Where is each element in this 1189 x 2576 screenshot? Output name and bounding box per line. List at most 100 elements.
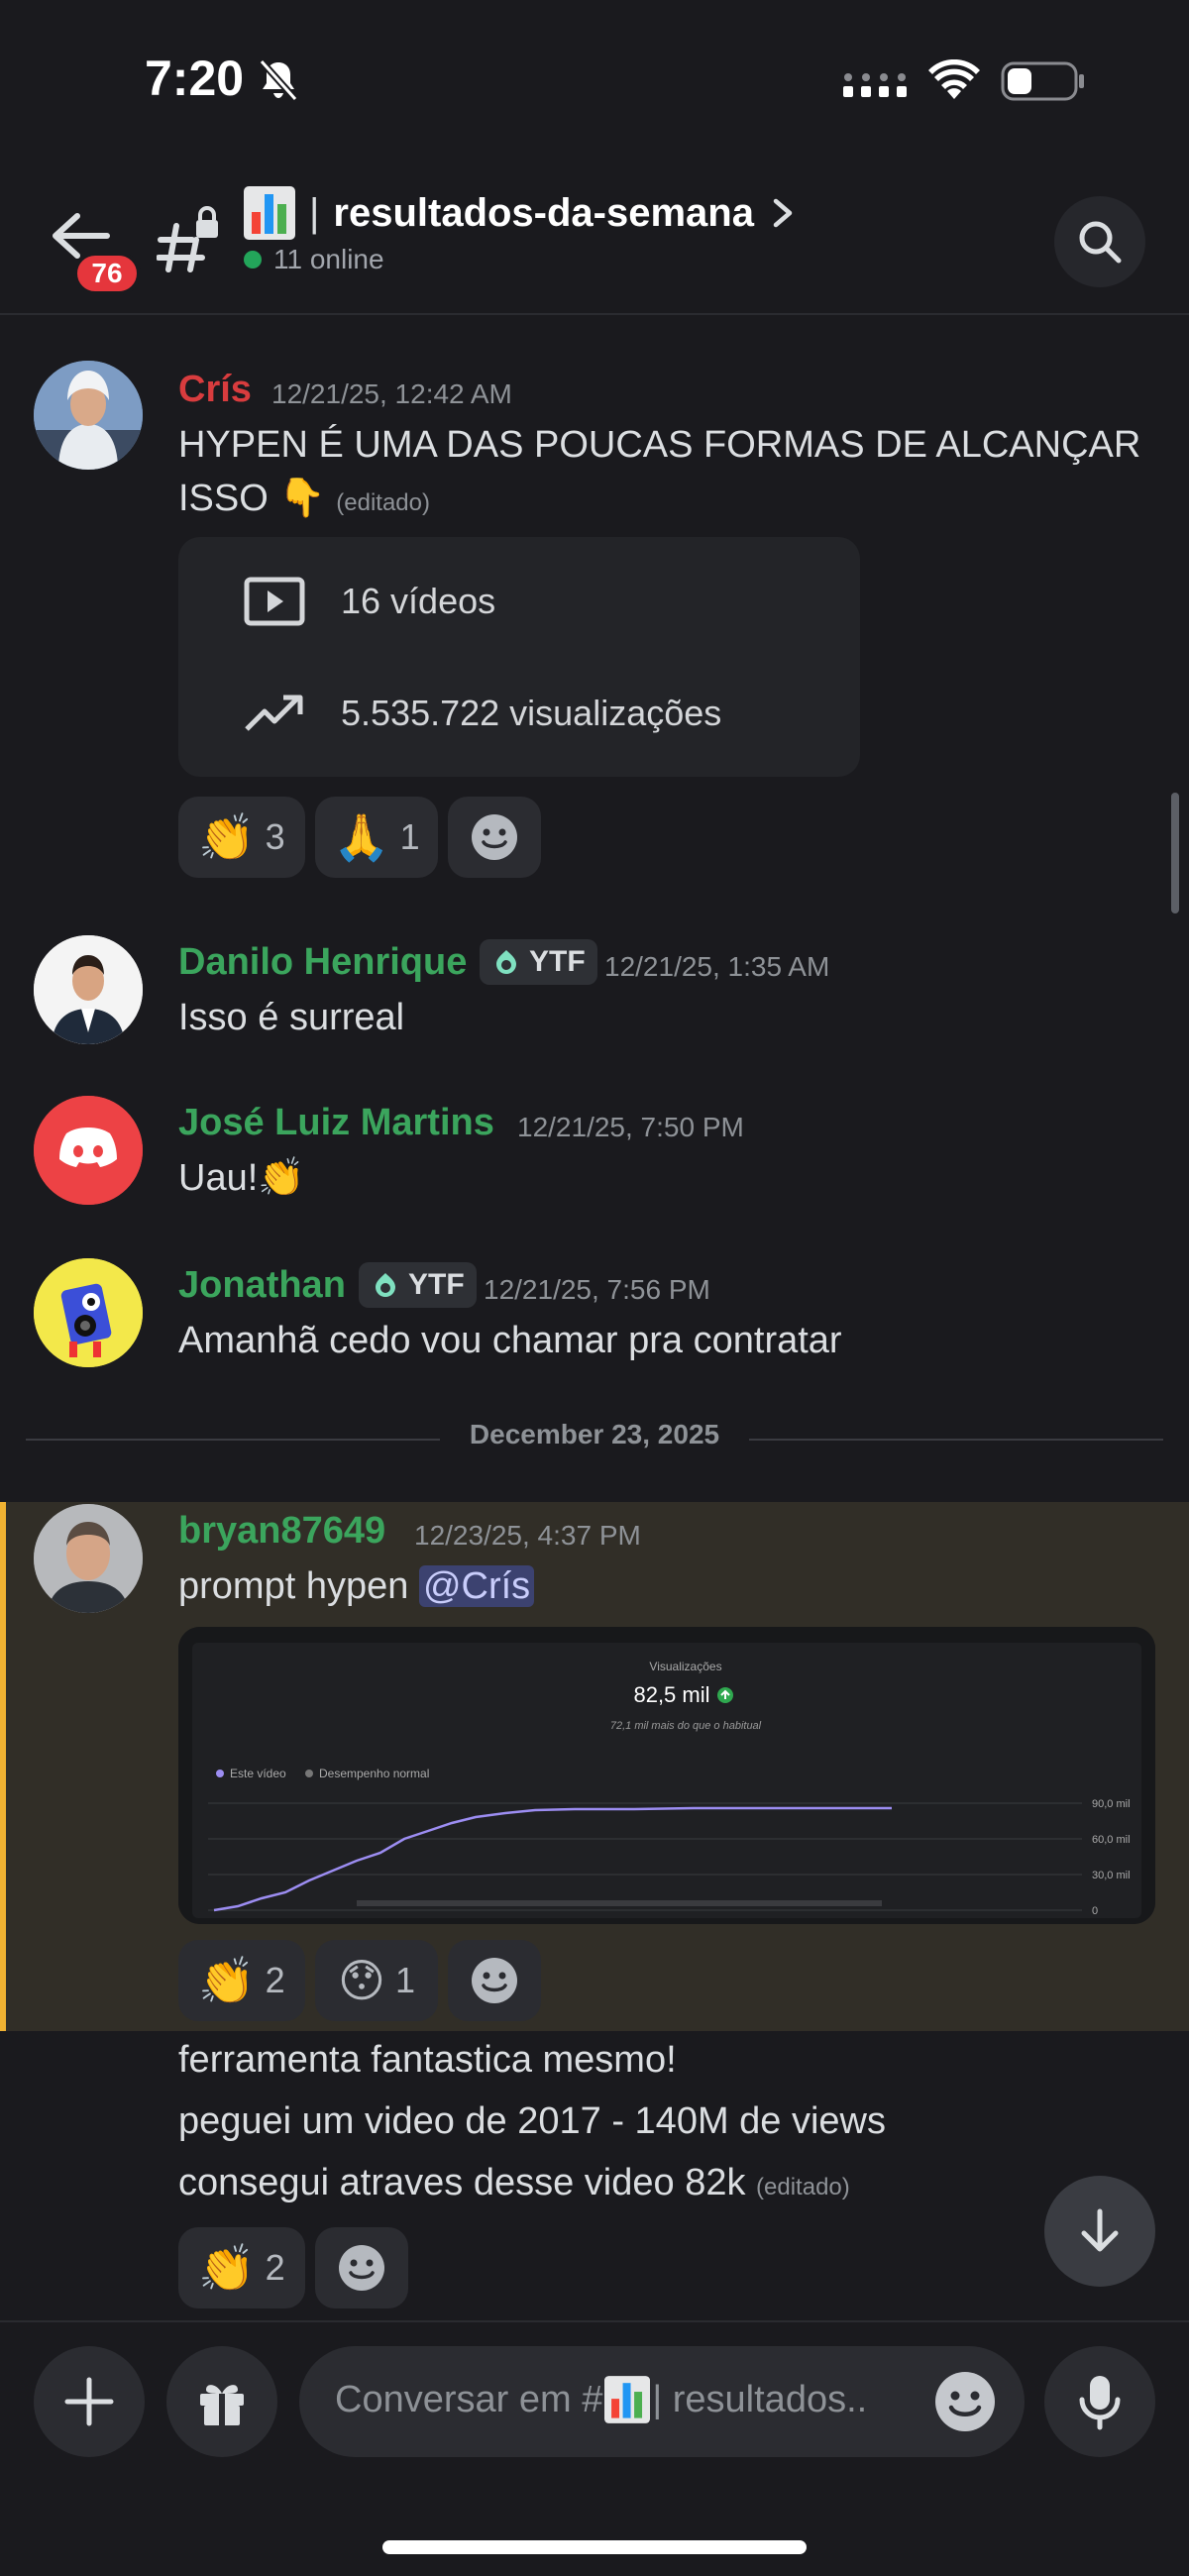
- reaction-count: 1: [394, 1960, 415, 2000]
- role-icon: [376, 1273, 395, 1297]
- img-value: 82,5 mil: [633, 1682, 709, 1707]
- reaction-hushed[interactable]: 😯 1: [315, 1940, 438, 2021]
- avatar-jonathan[interactable]: [34, 1258, 143, 1367]
- timestamp: 12/21/25, 7:50 PM: [517, 1112, 744, 1142]
- scrollbar-thumb[interactable]: [1171, 793, 1179, 913]
- microphone-icon: [1079, 2376, 1121, 2430]
- plus-icon: [64, 2377, 114, 2426]
- reaction-clap[interactable]: 👏 2: [178, 2227, 305, 2308]
- message-input[interactable]: Conversar em # | resultados..: [299, 2346, 1025, 2457]
- add-reaction-button[interactable]: [448, 797, 541, 878]
- message-body: prompt hypen: [178, 1565, 409, 1607]
- emoji-picker-icon[interactable]: [933, 2370, 997, 2433]
- role-label: YTF: [408, 1268, 465, 1301]
- author-name: José Luiz Martins: [178, 1102, 494, 1143]
- reaction-clap[interactable]: 👏 3: [178, 797, 305, 878]
- timestamp: 12/23/25, 4:37 PM: [414, 1520, 641, 1551]
- bar-chart-emoji-icon: [604, 2376, 651, 2423]
- search-button[interactable]: [1054, 196, 1145, 287]
- reaction-emoji: 👏: [198, 1953, 256, 2007]
- message-line: peguei um video de 2017 - 140M de views: [178, 2100, 887, 2142]
- reaction-emoji: 😯: [338, 1954, 385, 2007]
- date-divider: December 23, 2025: [26, 1417, 1163, 1460]
- wifi-icon: [928, 59, 980, 99]
- status-bar: 7:20: [0, 0, 1189, 159]
- message-text: Amanhã cedo vou chamar pra contratar: [178, 1320, 842, 1361]
- cellular-dots-icon: [843, 73, 907, 97]
- embed-videos-row: 16 vídeos: [244, 577, 495, 626]
- home-indicator: [382, 2540, 807, 2554]
- online-count: 11 online: [244, 244, 384, 275]
- avatar-danilo[interactable]: [34, 935, 143, 1044]
- timestamp: 12/21/25, 12:42 AM: [271, 378, 512, 409]
- img-subtitle: 72,1 mil mais do que o habitual: [610, 1720, 762, 1732]
- reaction-clap[interactable]: 👏 2: [178, 1940, 305, 2021]
- embed-views-row: 5.535.722 visualizações: [244, 692, 721, 735]
- jump-to-bottom-button[interactable]: [1044, 2176, 1155, 2287]
- channel-title[interactable]: | resultados-da-semana: [244, 186, 798, 240]
- author-name: bryan87649: [178, 1510, 386, 1552]
- author-cris[interactable]: Crís: [178, 369, 252, 411]
- bar-chart-emoji-icon: [244, 186, 295, 240]
- message-text: Uau!👏: [178, 1157, 305, 1199]
- message-text: Isso é surreal: [178, 997, 405, 1038]
- user-mention[interactable]: @Crís: [418, 1565, 535, 1607]
- author-jose[interactable]: José Luiz Martins: [178, 1102, 494, 1144]
- avatar-jose[interactable]: [34, 1096, 143, 1205]
- message-input-placeholder: Conversar em # | resultados..: [335, 2376, 867, 2423]
- add-reaction-button[interactable]: [315, 2227, 408, 2308]
- smiley-icon: [472, 814, 517, 860]
- video-play-icon: [244, 577, 305, 626]
- reaction-emoji: 🙏: [333, 809, 390, 864]
- message-text: HYPEN É UMA DAS POUCAS FORMAS DE ALCANÇA…: [178, 418, 1140, 530]
- reaction-emoji: 👏: [198, 2240, 256, 2295]
- bell-slash-icon: [259, 58, 298, 102]
- gift-button[interactable]: [166, 2346, 277, 2457]
- chevron-right-icon: [773, 198, 793, 228]
- divider-date: December 23, 2025: [469, 1419, 720, 1449]
- image-attachment[interactable]: Visualizações 82,5 mil 72,1 mil mais do …: [178, 1627, 1155, 1924]
- stats-embed: 16 vídeos 5.535.722 visualizações: [178, 537, 860, 777]
- avatar-bryan[interactable]: [34, 1504, 143, 1613]
- img-title: Visualizações: [649, 1660, 721, 1673]
- title-separator: |: [309, 190, 320, 235]
- reaction-pray[interactable]: 🙏 1: [315, 797, 438, 878]
- avatar-cris[interactable]: [34, 361, 143, 470]
- img-y-tick: 0: [1092, 1905, 1098, 1917]
- unread-badge: 76: [73, 252, 141, 295]
- embed-views: 5.535.722 visualizações: [341, 693, 722, 733]
- smiley-icon: [472, 1958, 517, 2003]
- author-danilo[interactable]: Danilo Henrique: [178, 941, 467, 984]
- role-badge: YTF: [359, 1262, 477, 1308]
- reaction-emoji: 👏: [198, 809, 256, 864]
- message-line: HYPEN É UMA DAS POUCAS FORMAS DE ALCANÇA…: [178, 424, 1141, 466]
- reaction-count: 1: [399, 816, 420, 857]
- smiley-icon: [339, 2245, 384, 2291]
- img-y-tick: 90,0 mil: [1092, 1798, 1131, 1810]
- message-text: prompt hypen @Crís: [178, 1559, 535, 1613]
- online-dot-icon: [244, 251, 262, 268]
- attach-button[interactable]: [34, 2346, 145, 2457]
- embed-videos: 16 vídeos: [341, 581, 496, 621]
- reaction-count: 2: [265, 1960, 285, 2000]
- message-line: ferramenta fantastica mesmo!: [178, 2039, 677, 2081]
- img-y-tick: 60,0 mil: [1092, 1834, 1131, 1846]
- reaction-count: 3: [265, 816, 285, 857]
- add-reaction-button[interactable]: [448, 1940, 541, 2021]
- views-chart-image: Visualizações 82,5 mil 72,1 mil mais do …: [178, 1627, 1155, 1924]
- locked-channel-icon: [157, 206, 218, 272]
- status-time: 7:20: [145, 51, 245, 106]
- timestamp: 12/21/25, 7:56 PM: [484, 1274, 710, 1305]
- edited-label: (editado): [336, 489, 430, 516]
- voice-message-button[interactable]: [1044, 2346, 1155, 2457]
- author-bryan[interactable]: bryan87649: [178, 1510, 385, 1553]
- author-name: Crís: [178, 369, 252, 410]
- img-y-tick: 30,0 mil: [1092, 1870, 1131, 1881]
- timestamp: 12/21/25, 1:35 AM: [604, 951, 830, 982]
- author-jonathan[interactable]: Jonathan: [178, 1264, 346, 1307]
- role-icon: [496, 950, 516, 974]
- channel-header: 76 | resultados-da-semana 11 online: [0, 168, 1189, 315]
- role-label: YTF: [529, 945, 586, 978]
- author-name: Danilo Henrique: [178, 941, 468, 983]
- message-text: ferramenta fantastica mesmo! peguei um v…: [178, 2033, 886, 2217]
